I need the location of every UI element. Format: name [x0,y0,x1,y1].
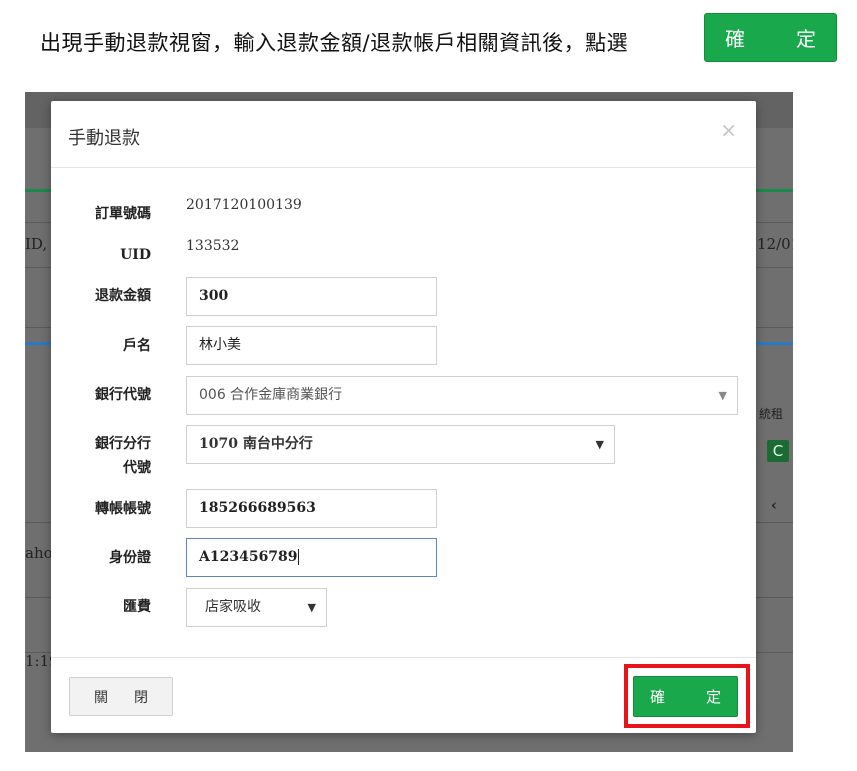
bg-text-date: 12/01 [757,235,793,253]
bg-text-arrow: ‹ [771,496,777,514]
manual-refund-modal: 手動退款 × 訂單號碼 2017120100139 UID 133532 退款金… [51,101,756,733]
order-no-label: 訂單號碼 [95,206,151,222]
uid-label: UID [120,247,151,263]
id-number-value: A123456789 [199,549,298,565]
chevron-down-icon: ▼ [307,601,316,614]
close-button-left: 關 [94,689,108,706]
chevron-down-icon: ▼ [595,438,604,451]
account-no-label: 轉帳帳號 [95,501,151,517]
bank-code-selected: 006 合作金庫商業銀行 [199,387,343,403]
branch-code-label-line1: 銀行分行 [95,436,151,452]
modal-title: 手動退款 [68,128,140,149]
order-no-value: 2017120100139 [186,197,302,213]
uid-value: 133532 [186,238,240,254]
refresh-icon: C [767,440,789,462]
remit-fee-label: 匯費 [123,599,151,615]
bank-code-select[interactable]: 006 合作金庫商業銀行 ▼ [186,376,738,415]
account-name-label: 戶名 [123,338,151,354]
remit-fee-selected: 店家吸收 [205,599,261,615]
bg-text-rent: 統租 [759,407,784,421]
modal-header: 手動退款 × [51,101,756,168]
close-icon[interactable]: × [720,118,737,142]
id-number-input[interactable]: A123456789 [186,538,437,577]
remit-fee-select[interactable]: 店家吸收 ▼ [186,588,327,627]
bank-code-label: 銀行代號 [95,387,151,403]
id-number-label: 身份證 [109,550,151,566]
instruction-confirm-button: 確 定 [704,13,837,62]
branch-code-select[interactable]: 1070 南台中分行 ▼ [186,425,615,464]
branch-code-selected: 1070 南台中分行 [199,436,313,452]
branch-code-label-line2: 代號 [123,460,151,476]
close-button-right: 閉 [134,689,148,706]
refund-amount-input[interactable]: 300 [186,277,437,316]
text-cursor [297,549,299,565]
close-button[interactable]: 關 閉 [69,677,173,716]
instruction-confirm-left: 確 [725,27,745,51]
chevron-down-icon: ▼ [718,389,727,402]
modal-footer-divider [51,657,756,658]
confirm-highlight-box [624,664,750,728]
instruction-text: 出現手動退款視窗，輸入退款金額/退款帳戶相關資訊後，點選 [40,31,629,55]
refund-amount-label: 退款金額 [95,288,151,304]
account-no-input[interactable]: 185266689563 [186,489,437,528]
instruction-confirm-right: 定 [796,27,816,51]
account-name-input[interactable]: 林小美 [186,326,437,365]
